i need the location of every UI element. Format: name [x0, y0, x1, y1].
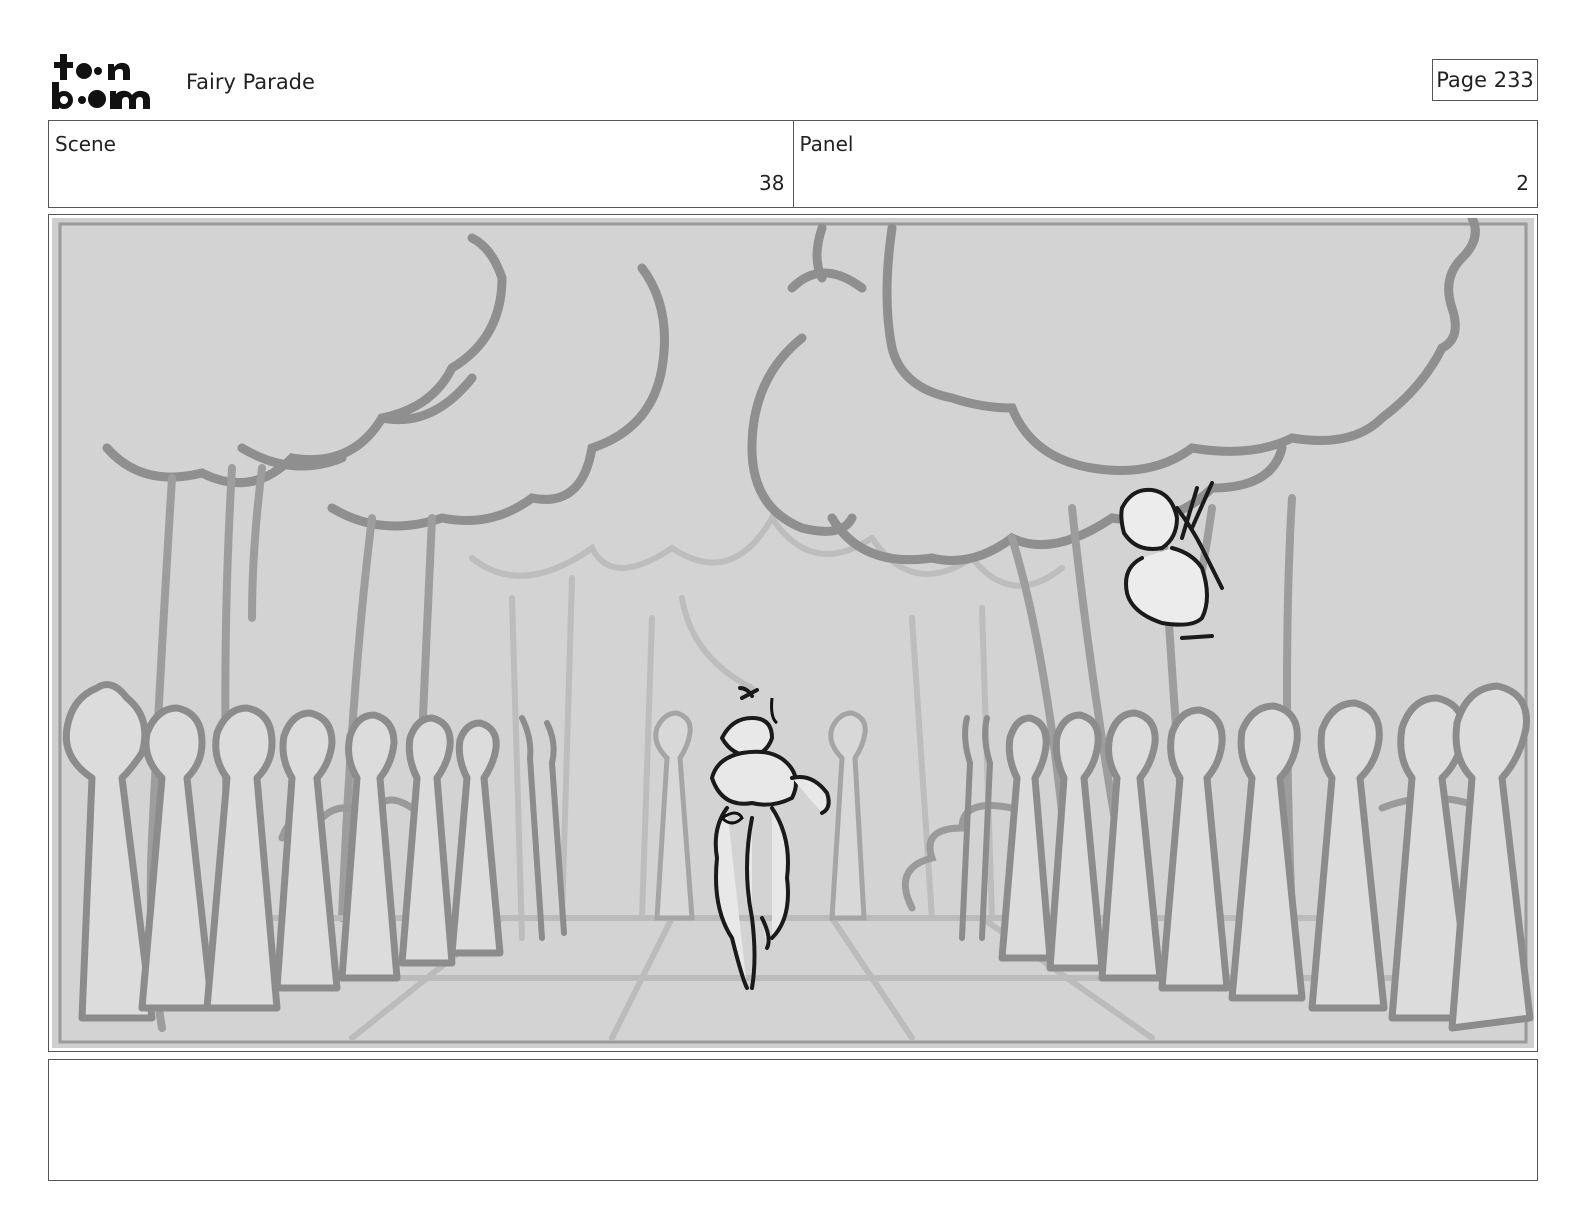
page-number-box: Page 233: [1432, 59, 1538, 101]
storyboard-panel-frame: [48, 214, 1538, 1052]
scene-number: 38: [759, 171, 785, 195]
panel-label: Panel: [799, 132, 854, 156]
toonboom-logo-icon: [52, 54, 150, 109]
scene-label: Scene: [55, 132, 116, 156]
page-number: Page 233: [1436, 68, 1534, 92]
scene-cell: Scene 38: [49, 121, 793, 207]
toonboom-logo: [50, 52, 162, 110]
panel-cell: Panel 2: [792, 121, 1538, 207]
project-title: Fairy Parade: [186, 70, 315, 94]
panel-number: 2: [1516, 171, 1529, 195]
storyboard-sketch-icon: [52, 218, 1534, 1048]
scene-panel-info: Scene 38 Panel 2: [48, 120, 1538, 208]
panel-notes-box: [48, 1059, 1538, 1181]
